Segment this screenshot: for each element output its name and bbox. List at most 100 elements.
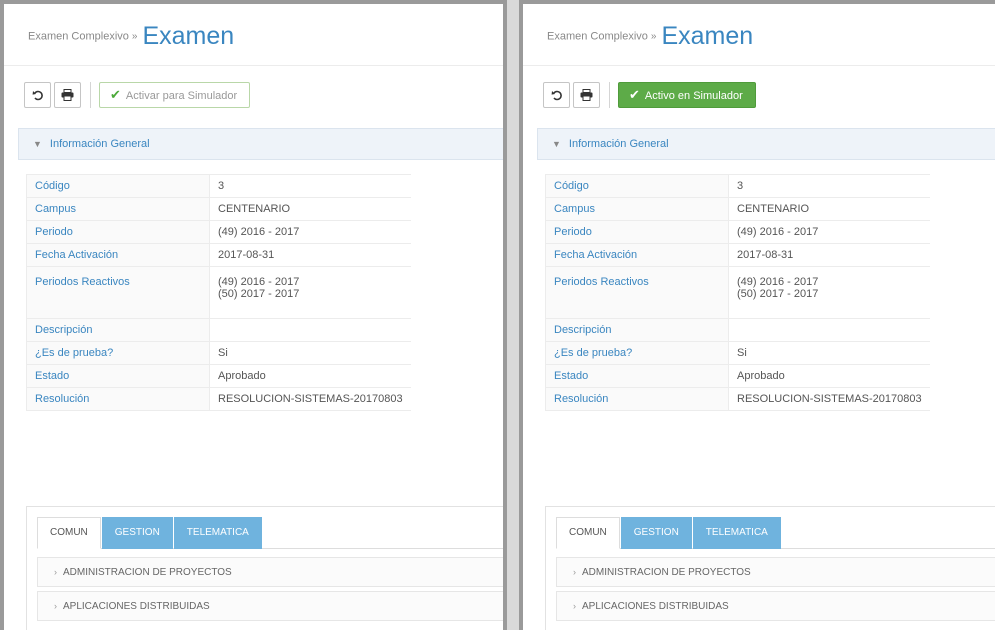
- row-value-line: (50) 2017 - 2017: [218, 288, 300, 300]
- accordion-item-label: ADMINISTRACION DE PROYECTOS: [63, 567, 232, 578]
- section-general-info-header[interactable]: ▼ Información General: [18, 128, 503, 160]
- printer-icon: [580, 89, 593, 102]
- row-label: ¿Es de prueba?: [26, 341, 210, 365]
- chevron-down-icon: ▼: [33, 139, 42, 149]
- row-value: RESOLUCION-SISTEMAS-20170803: [208, 387, 411, 411]
- row-value: 2017-08-31: [208, 243, 411, 267]
- row-label: Fecha Activación: [26, 243, 210, 267]
- tab-telematica[interactable]: TELEMATICA: [692, 517, 781, 549]
- table-row: Resolución RESOLUCION-SISTEMAS-20170803: [26, 387, 411, 411]
- row-label: Periodos Reactivos: [26, 266, 210, 319]
- chevron-right-icon: ›: [54, 567, 57, 577]
- row-value: 3: [208, 174, 411, 198]
- breadcrumb-separator: »: [131, 31, 138, 42]
- undo-icon: [32, 89, 44, 101]
- page-title: Examen: [661, 22, 754, 50]
- row-value: Aprobado: [208, 364, 411, 388]
- reset-button[interactable]: [543, 82, 570, 108]
- row-value: (49) 2016 - 2017 (50) 2017 - 2017: [208, 266, 411, 319]
- accordion-item-label: APLICACIONES DISTRIBUIDAS: [582, 601, 729, 612]
- row-value: [727, 318, 930, 342]
- activate-simulator-button[interactable]: ✔ Activar para Simulador: [99, 82, 251, 108]
- breadcrumb-separator: »: [650, 31, 657, 42]
- toolbar: ✔ Activo en Simulador: [543, 82, 756, 108]
- tab-comun[interactable]: COMUN: [556, 517, 620, 549]
- printer-icon: [61, 89, 74, 102]
- row-label: Código: [545, 174, 729, 198]
- row-label: Descripción: [26, 318, 210, 342]
- chevron-right-icon: ›: [54, 601, 57, 611]
- row-label: Campus: [545, 197, 729, 221]
- tab-gestion[interactable]: GESTION: [620, 517, 692, 549]
- toolbar-divider: [609, 82, 610, 108]
- subjects-tabbox: COMUN GESTION TELEMATICA › ADMINISTRACION D…: [26, 506, 503, 630]
- row-value: CENTENARIO: [208, 197, 411, 221]
- row-value-line: (49) 2016 - 2017: [737, 276, 819, 288]
- row-value: 3: [727, 174, 930, 198]
- undo-icon: [551, 89, 563, 101]
- table-row: Fecha Activación 2017-08-31: [545, 243, 930, 267]
- table-row: Campus CENTENARIO: [545, 197, 930, 221]
- table-row: Descripción: [545, 318, 930, 342]
- accordion-item[interactable]: › APLICACIONES DISTRIBUIDAS: [37, 591, 503, 621]
- table-row: Estado Aprobado: [545, 364, 930, 388]
- row-value: RESOLUCION-SISTEMAS-20170803: [727, 387, 930, 411]
- row-value-line: (50) 2017 - 2017: [737, 288, 819, 300]
- chevron-down-icon: ▼: [552, 139, 561, 149]
- page-header: Examen Complexivo» Examen: [4, 4, 503, 66]
- row-label: Periodos Reactivos: [545, 266, 729, 319]
- page-title: Examen: [142, 22, 235, 50]
- toolbar-divider: [90, 82, 91, 108]
- row-value: (49) 2016 - 2017 (50) 2017 - 2017: [727, 266, 930, 319]
- simulator-button-label: Activo en Simulador: [644, 90, 743, 102]
- section-title: Información General: [568, 138, 669, 150]
- breadcrumb-link[interactable]: Examen Complexivo: [547, 31, 648, 43]
- table-row: Código 3: [545, 174, 930, 198]
- table-row: Código 3: [26, 174, 411, 198]
- simulator-button-label: Activar para Simulador: [125, 90, 238, 102]
- tab-gestion[interactable]: GESTION: [101, 517, 173, 549]
- row-value: (49) 2016 - 2017: [727, 220, 930, 244]
- section-general-info-header[interactable]: ▼ Información General: [537, 128, 995, 160]
- check-icon: ✔: [629, 87, 640, 102]
- row-label: ¿Es de prueba?: [545, 341, 729, 365]
- row-label: Campus: [26, 197, 210, 221]
- tab-bar: COMUN GESTION TELEMATICA: [556, 517, 995, 549]
- row-value: 2017-08-31: [727, 243, 930, 267]
- row-label: Descripción: [545, 318, 729, 342]
- accordion-item[interactable]: › ADMINISTRACION DE PROYECTOS: [556, 557, 995, 587]
- row-label: Fecha Activación: [545, 243, 729, 267]
- tab-comun[interactable]: COMUN: [37, 517, 101, 549]
- print-button[interactable]: [54, 82, 81, 108]
- general-info-table: Código 3 Campus CENTENARIO Periodo (49) 201…: [545, 174, 930, 411]
- active-simulator-button[interactable]: ✔ Activo en Simulador: [618, 82, 756, 108]
- accordion-item[interactable]: › APLICACIONES DISTRIBUIDAS: [556, 591, 995, 621]
- table-row: Fecha Activación 2017-08-31: [26, 243, 411, 267]
- table-row: Resolución RESOLUCION-SISTEMAS-20170803: [545, 387, 930, 411]
- breadcrumb-link[interactable]: Examen Complexivo: [28, 31, 129, 43]
- exam-panel-after: Examen Complexivo» Examen ✔ Activo en Simu…: [519, 0, 995, 630]
- accordion-item-label: ADMINISTRACION DE PROYECTOS: [582, 567, 751, 578]
- row-label: Código: [26, 174, 210, 198]
- print-button[interactable]: [573, 82, 600, 108]
- toolbar: ✔ Activar para Simulador: [24, 82, 251, 108]
- row-value: [208, 318, 411, 342]
- row-label: Estado: [545, 364, 729, 388]
- row-label: Estado: [26, 364, 210, 388]
- row-value: Aprobado: [727, 364, 930, 388]
- chevron-right-icon: ›: [573, 601, 576, 611]
- table-row: ¿Es de prueba? Si: [545, 341, 930, 365]
- subjects-tabbox: COMUN GESTION TELEMATICA › ADMINISTRACION D…: [545, 506, 995, 630]
- reset-button[interactable]: [24, 82, 51, 108]
- table-row: ¿Es de prueba? Si: [26, 341, 411, 365]
- table-row: Periodo (49) 2016 - 2017: [545, 220, 930, 244]
- row-label: Resolución: [26, 387, 210, 411]
- table-row: Campus CENTENARIO: [26, 197, 411, 221]
- accordion-item[interactable]: › ADMINISTRACION DE PROYECTOS: [37, 557, 503, 587]
- table-row: Periodos Reactivos (49) 2016 - 2017 (50) 2…: [545, 266, 930, 319]
- row-label: Periodo: [26, 220, 210, 244]
- tab-telematica[interactable]: TELEMATICA: [173, 517, 262, 549]
- row-value: (49) 2016 - 2017: [208, 220, 411, 244]
- check-icon: ✔: [110, 87, 121, 102]
- chevron-right-icon: ›: [573, 567, 576, 577]
